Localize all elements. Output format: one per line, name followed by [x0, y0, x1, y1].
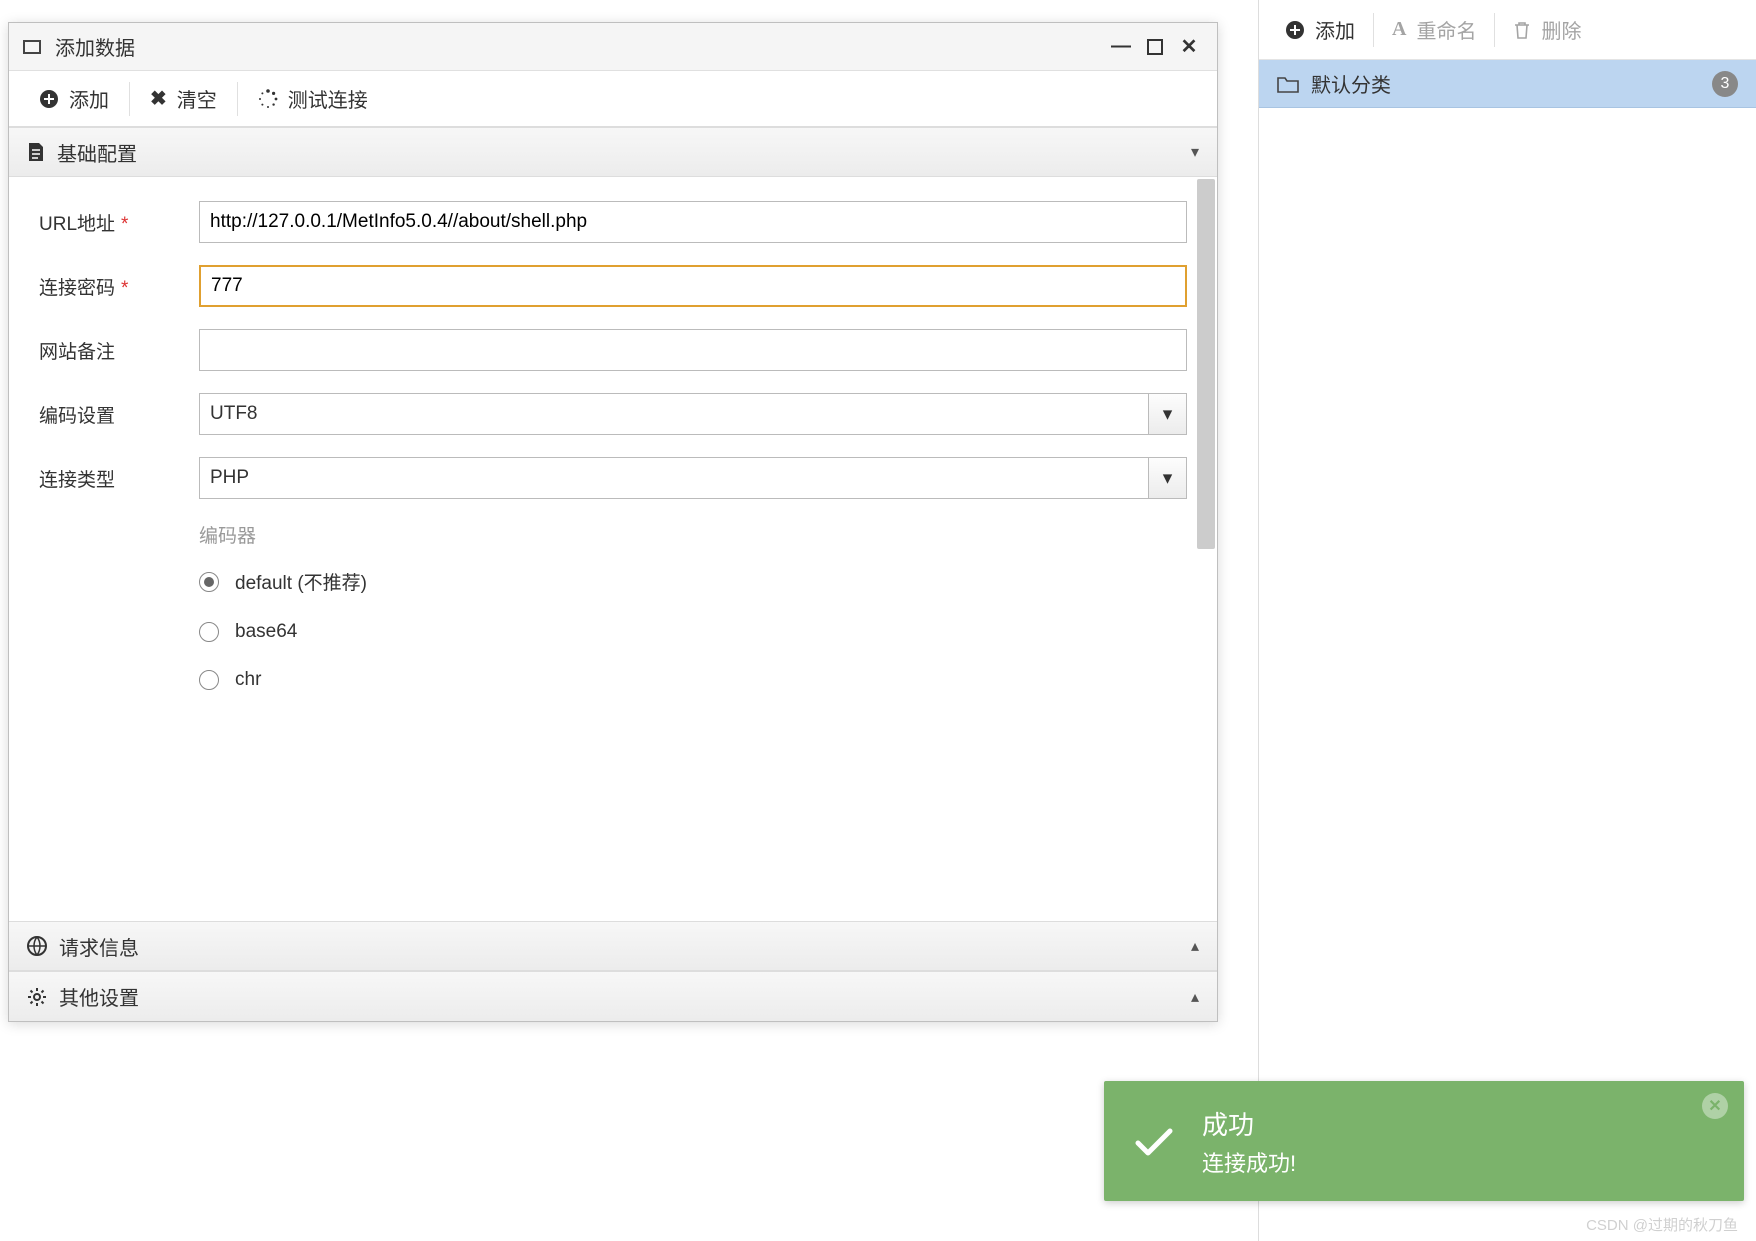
section-request-header[interactable]: 请求信息 ▴ [9, 921, 1217, 971]
type-select[interactable]: PHP ▾ [199, 457, 1187, 499]
encoding-select[interactable]: UTF8 ▾ [199, 393, 1187, 435]
radio-icon [199, 670, 219, 690]
form-row-type: 连接类型 PHP ▾ [39, 457, 1187, 499]
success-toast: 成功 连接成功! ✕ [1104, 1081, 1744, 1201]
note-label: 网站备注 [39, 337, 199, 364]
encoding-value: UTF8 [210, 403, 258, 425]
toolbar-test-button[interactable]: 测试连接 [238, 71, 388, 126]
toast-title: 成功 [1202, 1105, 1296, 1142]
rename-label: 重命名 [1416, 15, 1476, 44]
category-count-badge: 3 [1712, 71, 1738, 97]
encoder-option-base64[interactable]: base64 [199, 621, 1187, 643]
encoding-label: 编码设置 [39, 401, 199, 428]
add-category-button[interactable]: 添加 [1267, 0, 1373, 59]
form-row-note: 网站备注 [39, 329, 1187, 371]
plus-circle-icon [39, 89, 59, 109]
radio-icon [199, 622, 219, 642]
dialog-toolbar: 添加 ✖ 清空 测试连接 [9, 71, 1217, 127]
delete-button[interactable]: 删除 [1495, 0, 1599, 59]
section-basic-title: 基础配置 [57, 138, 137, 167]
chevron-down-icon: ▾ [1191, 142, 1199, 162]
chevron-up-icon: ▴ [1191, 936, 1199, 956]
section-other-header[interactable]: 其他设置 ▴ [9, 971, 1217, 1021]
font-icon: A [1392, 18, 1406, 41]
dialog-titlebar[interactable]: 添加数据 — ✕ [9, 23, 1217, 71]
section-basic-body: ▲ URL地址* 连接密码* 网站备注 编码设置 [9, 177, 1217, 921]
toolbar-test-label: 测试连接 [288, 84, 368, 113]
password-input[interactable] [199, 265, 1187, 307]
password-label: 连接密码* [39, 273, 199, 300]
toolbar-clear-label: 清空 [177, 84, 217, 113]
watermark: CSDN @过期的秋刀鱼 [1586, 1214, 1738, 1235]
toolbar-clear-button[interactable]: ✖ 清空 [130, 71, 237, 126]
globe-icon [27, 936, 47, 956]
folder-icon [1277, 75, 1299, 93]
encoder-title: 编码器 [199, 521, 1187, 548]
minimize-button[interactable]: — [1107, 33, 1135, 61]
window-icon [23, 40, 41, 54]
form-row-url: URL地址* [39, 201, 1187, 243]
chevron-up-icon: ▴ [1191, 987, 1199, 1007]
url-input[interactable] [199, 201, 1187, 243]
maximize-button[interactable] [1141, 33, 1169, 61]
plus-circle-icon [1285, 20, 1305, 40]
scrollbar-thumb[interactable] [1197, 179, 1215, 549]
dialog-title: 添加数据 [55, 32, 135, 61]
spinner-icon [258, 89, 278, 109]
chevron-down-icon: ▾ [1148, 458, 1186, 498]
toolbar-add-label: 添加 [69, 84, 109, 113]
category-name: 默认分类 [1311, 69, 1391, 98]
category-item-default[interactable]: 默认分类 3 [1259, 60, 1756, 108]
right-toolbar: 添加 A 重命名 删除 [1259, 0, 1756, 60]
url-label: URL地址* [39, 209, 199, 236]
delete-label: 删除 [1541, 15, 1581, 44]
section-request-title: 请求信息 [59, 932, 139, 961]
type-label: 连接类型 [39, 465, 199, 492]
gear-icon [27, 987, 47, 1007]
section-basic-header[interactable]: 基础配置 ▾ [9, 127, 1217, 177]
form-row-encoding: 编码设置 UTF8 ▾ [39, 393, 1187, 435]
toast-body: 连接成功! [1202, 1146, 1296, 1178]
trash-icon [1513, 20, 1531, 40]
add-category-label: 添加 [1315, 15, 1355, 44]
toast-close-button[interactable]: ✕ [1702, 1093, 1728, 1119]
encoder-section: 编码器 default (不推荐) base64 chr [199, 521, 1187, 691]
x-icon: ✖ [150, 86, 167, 111]
document-icon [27, 142, 45, 162]
encoder-option-chr[interactable]: chr [199, 669, 1187, 691]
encoder-base64-label: base64 [235, 621, 297, 643]
note-input[interactable] [199, 329, 1187, 371]
encoder-option-default[interactable]: default (不推荐) [199, 568, 1187, 595]
section-other-title: 其他设置 [59, 982, 139, 1011]
close-button[interactable]: ✕ [1175, 33, 1203, 61]
toolbar-add-button[interactable]: 添加 [19, 71, 129, 126]
right-panel: 添加 A 重命名 删除 默认分类 3 [1258, 0, 1756, 1241]
radio-icon [199, 572, 219, 592]
check-icon [1130, 1117, 1178, 1165]
rename-button[interactable]: A 重命名 [1374, 0, 1494, 59]
form-row-password: 连接密码* [39, 265, 1187, 307]
encoder-default-label: default (不推荐) [235, 568, 367, 595]
encoder-chr-label: chr [235, 669, 261, 691]
type-value: PHP [210, 467, 249, 489]
add-data-dialog: 添加数据 — ✕ 添加 ✖ 清空 测试连接 基础配 [8, 22, 1218, 1022]
chevron-down-icon: ▾ [1148, 394, 1186, 434]
